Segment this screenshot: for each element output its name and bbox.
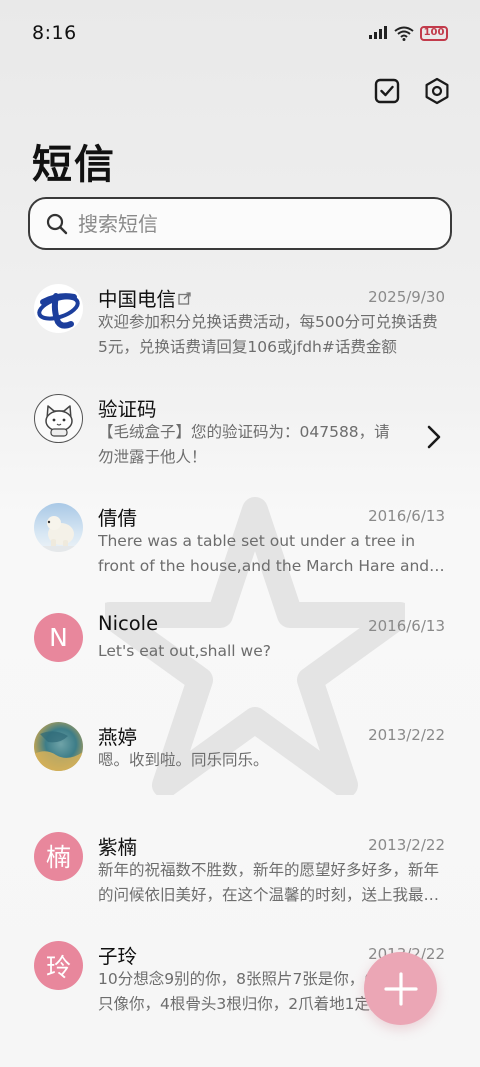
status-bar: 8:16 100 bbox=[0, 0, 480, 66]
conversation-preview: 嗯。收到啦。同乐同乐。 bbox=[98, 751, 269, 769]
letter-avatar: N bbox=[34, 612, 83, 662]
conversation-name: Nicole bbox=[98, 611, 159, 635]
battery-icon: 100 bbox=[420, 25, 448, 41]
conversation-item[interactable]: 中国电信 2025/9/30 欢迎参加积分兑换话费活动，每500分可兑换话费5元… bbox=[0, 272, 480, 382]
conversation-name: 紫楠 bbox=[98, 835, 138, 859]
plus-icon bbox=[383, 971, 418, 1006]
status-time: 8:16 bbox=[32, 22, 77, 44]
cartoon-cat-icon bbox=[44, 405, 73, 437]
checkbox-icon bbox=[374, 78, 400, 104]
letter-avatar: 楠 bbox=[34, 831, 83, 881]
conversation-date: 2025/9/30 bbox=[368, 288, 445, 306]
polar-bear-avatar bbox=[34, 503, 83, 552]
conversation-date: 2016/6/13 bbox=[368, 507, 445, 525]
conversation-date: 2013/2/22 bbox=[368, 835, 445, 854]
china-telecom-logo-icon bbox=[34, 284, 83, 333]
conversation-name: 燕婷 bbox=[98, 726, 138, 749]
conversation-list: 中国电信 2025/9/30 欢迎参加积分兑换话费活动，每500分可兑换话费5元… bbox=[0, 272, 480, 1039]
polar-bear-photo-icon bbox=[34, 516, 83, 552]
conversation-name: 子玲 bbox=[98, 945, 138, 968]
conversation-name: 验证码 bbox=[98, 397, 157, 421]
landscape-photo-icon bbox=[34, 731, 83, 771]
conversation-preview: 【毛绒盒子】您的验证码为：047588，请勿泄露于他人！ bbox=[98, 422, 390, 466]
conversation-item[interactable]: 验证码 【毛绒盒子】您的验证码为：047588，请勿泄露于他人！ bbox=[0, 382, 480, 492]
conversation-date: 2016/6/13 bbox=[368, 616, 445, 635]
conversation-preview: 欢迎参加积分兑换话费活动，每500分可兑换话费5元，兑换话费请回复106或jfd… bbox=[98, 313, 438, 356]
search-bar[interactable] bbox=[28, 197, 452, 250]
page-title: 短信 bbox=[32, 142, 116, 188]
conversation-item[interactable]: 楠 紫楠 2013/2/22 新年的祝福数不胜数，新年的愿望好多好多，新年的问候… bbox=[0, 820, 480, 930]
select-button[interactable] bbox=[372, 76, 402, 106]
conversation-preview: Let's eat out,shall we? bbox=[98, 641, 271, 660]
status-icons: 100 bbox=[368, 25, 448, 41]
conversation-name: 中国电信 bbox=[98, 283, 191, 312]
conversation-name: 倩倩 bbox=[98, 507, 138, 530]
header-actions bbox=[372, 76, 452, 106]
signal-icon bbox=[369, 26, 387, 39]
search-icon bbox=[46, 213, 68, 234]
open-chevron-button[interactable] bbox=[424, 422, 444, 452]
conversation-item[interactable]: 倩倩 2016/6/13 There was a table set out u… bbox=[0, 491, 480, 601]
china-telecom-avatar bbox=[34, 284, 83, 333]
conversation-item[interactable]: 燕婷 2013/2/22 嗯。收到啦。同乐同乐。 bbox=[0, 710, 480, 820]
settings-icon bbox=[425, 77, 449, 105]
chevron-right-icon bbox=[427, 425, 441, 448]
conversation-preview: There was a table set out under a tree i… bbox=[98, 532, 430, 575]
external-link-icon bbox=[178, 292, 191, 305]
new-message-button[interactable] bbox=[364, 952, 437, 1025]
settings-button[interactable] bbox=[422, 76, 452, 106]
landscape-avatar bbox=[34, 722, 83, 771]
letter-avatar: 玲 bbox=[34, 941, 83, 990]
wifi-icon bbox=[394, 26, 414, 41]
conversation-date: 2013/2/22 bbox=[368, 726, 445, 744]
conversation-preview: 新年的祝福数不胜数，新年的愿望好多好多，新年的问候依旧美好，在这个温馨的时刻，送… bbox=[98, 860, 440, 904]
conversation-item[interactable]: N Nicole 2016/6/13 Let's eat out,shall w… bbox=[0, 601, 480, 711]
cartoon-cat-avatar bbox=[34, 393, 83, 443]
search-input[interactable] bbox=[78, 211, 408, 236]
conversation-name-text: 中国电信 bbox=[98, 288, 177, 311]
